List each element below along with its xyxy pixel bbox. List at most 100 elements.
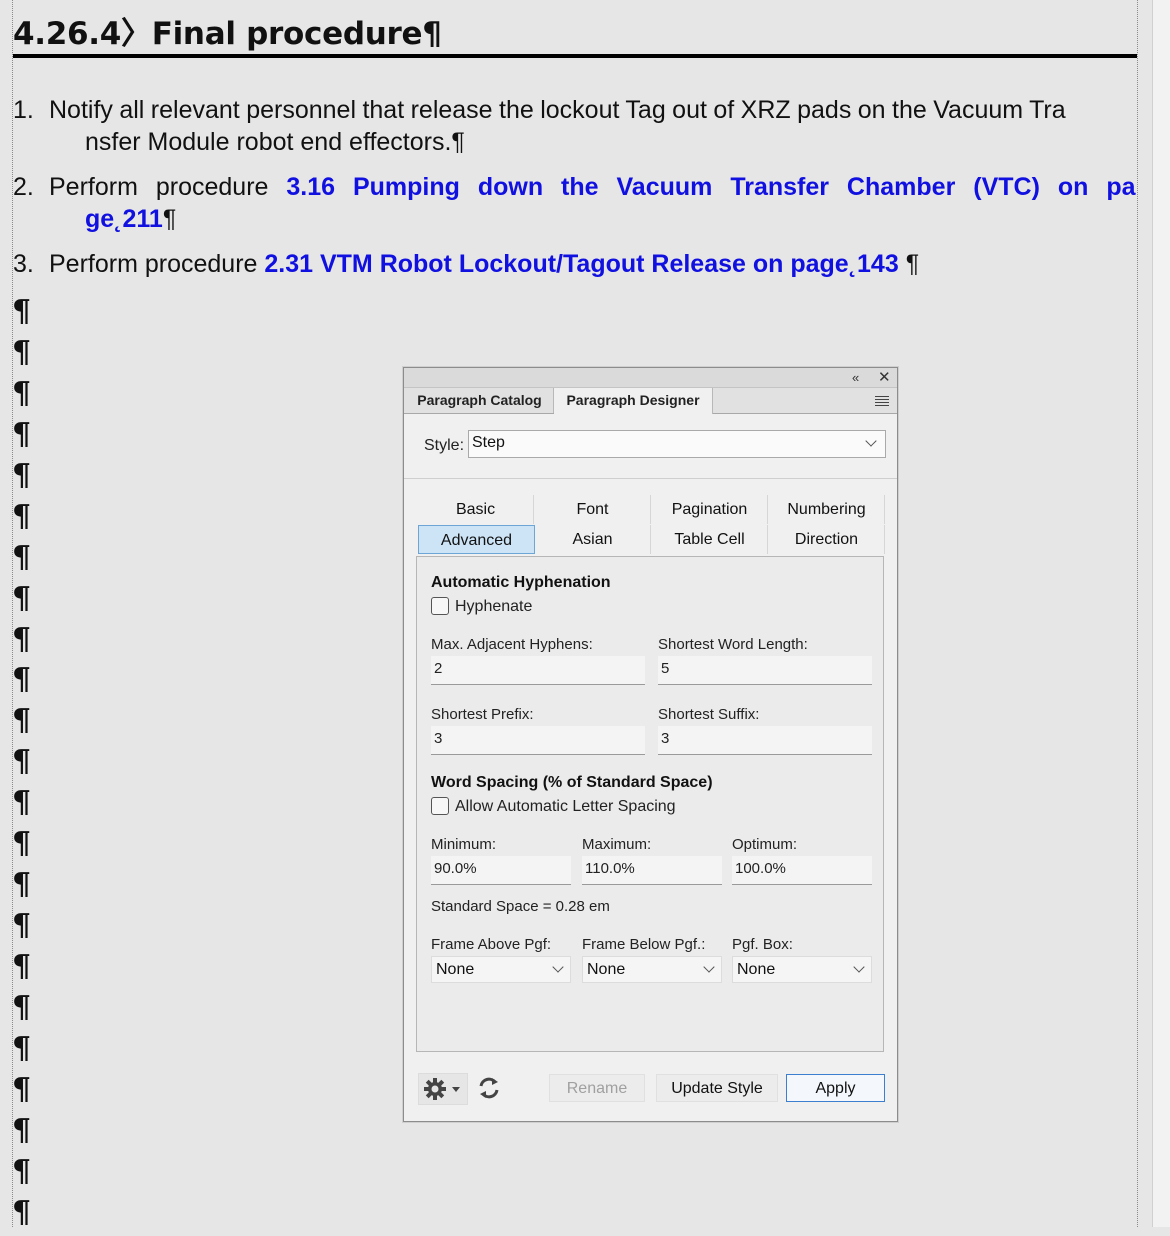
frame-below-value: None — [587, 961, 626, 978]
cross-reference-link[interactable]: 2.31 VTM Robot Lockout/Tagout Release on… — [264, 250, 898, 278]
empty-paragraph-mark: ¶ — [12, 580, 32, 616]
allow-letter-spacing-checkbox[interactable] — [431, 797, 449, 815]
chevron-down-icon — [865, 435, 877, 447]
empty-paragraph-mark: ¶ — [12, 294, 32, 329]
right-margin-guide — [1137, 0, 1138, 1227]
frame-above-label: Frame Above Pgf: — [431, 936, 552, 953]
optimum-field[interactable]: 100.0% — [732, 856, 872, 885]
max-adjacent-label: Max. Adjacent Hyphens: — [431, 636, 593, 653]
gear-icon — [424, 1078, 460, 1100]
style-label: Style: — [424, 437, 465, 454]
tab-advanced[interactable]: Advanced — [418, 525, 535, 554]
collapse-arrows-icon[interactable]: « — [852, 368, 859, 387]
maximum-value: 110.0% — [585, 860, 635, 877]
section-heading: 4.26.4〉Final procedure¶ — [13, 14, 1137, 58]
step-number: 3. — [13, 250, 34, 278]
hyphenation-heading: Automatic Hyphenation — [431, 574, 611, 591]
apply-button[interactable]: Apply — [786, 1074, 885, 1102]
tab-numbering[interactable]: Numbering — [769, 495, 885, 524]
update-style-button[interactable]: Update Style — [656, 1074, 778, 1102]
empty-paragraph-mark: ¶ — [12, 867, 32, 903]
empty-paragraph-mark: ¶ — [12, 703, 32, 739]
style-value: Step — [472, 434, 505, 451]
divider — [404, 478, 897, 479]
pgf-box-label: Pgf. Box: — [732, 936, 793, 953]
empty-paragraph-mark: ¶ — [12, 375, 32, 411]
empty-paragraph-mark: ¶ — [12, 1112, 32, 1148]
shortest-word-value: 5 — [661, 660, 670, 677]
maximum-label: Maximum: — [582, 836, 652, 853]
cross-reference-link-cont[interactable]: ge˛211 — [85, 205, 163, 233]
shortest-prefix-label: Shortest Prefix: — [431, 706, 534, 723]
paragraph-mark: ¶ — [898, 250, 920, 278]
standard-space-text: Standard Space = 0.28 em — [431, 898, 610, 915]
shortest-suffix-field[interactable]: 3 — [658, 726, 872, 755]
empty-paragraph-mark: ¶ — [12, 539, 32, 575]
frame-below-select[interactable]: None — [582, 956, 722, 983]
pgf-box-select[interactable]: None — [732, 956, 872, 983]
rename-button[interactable]: Rename — [549, 1074, 645, 1102]
empty-paragraphs: ¶ ¶ ¶ ¶ ¶ ¶ ¶ ¶ ¶ ¶ ¶ ¶ ¶ ¶ ¶ ¶ ¶ ¶ ¶ ¶ ¶ ¶ ¶ — [12, 294, 36, 1236]
cross-reference-link[interactable]: 3.16 Pumping down the Vacuum Transfer Ch… — [286, 173, 1135, 201]
style-select[interactable]: Step — [468, 430, 886, 458]
tab-basic[interactable]: Basic — [418, 495, 534, 524]
frame-above-select[interactable]: None — [431, 956, 571, 983]
empty-paragraph-mark: ¶ — [12, 498, 32, 534]
dialog-titlebar[interactable]: « ✕ — [404, 368, 897, 388]
empty-paragraph-mark: ¶ — [12, 826, 32, 862]
minimum-value: 90.0% — [434, 860, 477, 877]
empty-paragraph-mark: ¶ — [12, 1071, 32, 1107]
optimum-label: Optimum: — [732, 836, 798, 853]
tab-asian[interactable]: Asian — [535, 525, 651, 554]
step-1[interactable]: 1. Notify all relevant personnel that re… — [13, 94, 1137, 160]
minimum-field[interactable]: 90.0% — [431, 856, 571, 885]
hyphenate-label: Hyphenate — [455, 598, 533, 615]
paragraph-designer-dialog: « ✕ Paragraph Catalog Paragraph Designer… — [403, 367, 898, 1122]
tab-table-cell[interactable]: Table Cell — [652, 525, 768, 554]
tab-pagination[interactable]: Pagination — [652, 495, 768, 524]
refresh-button[interactable] — [476, 1073, 502, 1103]
right-window-edge — [1152, 0, 1170, 1227]
minimum-label: Minimum: — [431, 836, 497, 853]
empty-paragraph-mark: ¶ — [12, 989, 32, 1025]
empty-paragraph-mark: ¶ — [12, 1030, 32, 1066]
max-adjacent-field[interactable]: 2 — [431, 656, 645, 685]
empty-paragraph-mark: ¶ — [12, 1153, 32, 1189]
empty-paragraph-mark: ¶ — [12, 334, 32, 370]
empty-paragraph-mark: ¶ — [12, 662, 32, 698]
maximum-field[interactable]: 110.0% — [582, 856, 722, 885]
step-3[interactable]: 3. Perform procedure 2.31 VTM Robot Lock… — [13, 248, 1137, 282]
shortest-word-field[interactable]: 5 — [658, 656, 872, 685]
allow-letter-spacing-label: Allow Automatic Letter Spacing — [455, 798, 676, 815]
empty-paragraph-mark: ¶ — [12, 621, 32, 657]
chevron-down-icon — [853, 961, 865, 973]
empty-paragraph-mark: ¶ — [12, 908, 32, 944]
pgf-box-value: None — [737, 961, 776, 978]
tab-font[interactable]: Font — [535, 495, 651, 524]
panel-menu-icon[interactable] — [875, 396, 889, 408]
tab-paragraph-designer[interactable]: Paragraph Designer — [554, 388, 713, 414]
step-number: 1. — [13, 96, 34, 124]
shortest-prefix-value: 3 — [434, 730, 443, 747]
empty-paragraph-mark: ¶ — [12, 457, 32, 493]
tab-direction[interactable]: Direction — [769, 525, 885, 554]
frame-above-value: None — [436, 961, 475, 978]
step-2[interactable]: 2. Perform procedure 3.16 Pumping down t… — [13, 171, 1137, 237]
step-text-line1: Notify all relevant personnel that relea… — [49, 96, 1066, 124]
shortest-prefix-field[interactable]: 3 — [431, 726, 645, 755]
chevron-down-icon — [703, 961, 715, 973]
step-text: Perform procedure — [49, 173, 287, 201]
empty-paragraph-mark: ¶ — [12, 785, 32, 821]
paragraph-mark: ¶ — [162, 205, 177, 233]
panel-tabstrip: Paragraph Catalog Paragraph Designer — [404, 388, 897, 414]
frame-below-label: Frame Below Pgf.: — [582, 936, 706, 953]
hyphenate-checkbox[interactable] — [431, 597, 449, 615]
heading-text: 4.26.4〉Final procedure¶ — [13, 16, 442, 52]
shortest-suffix-label: Shortest Suffix: — [658, 706, 760, 723]
settings-menu-button[interactable] — [418, 1073, 468, 1105]
shortest-word-label: Shortest Word Length: — [658, 636, 808, 653]
tab-paragraph-catalog[interactable]: Paragraph Catalog — [406, 388, 554, 413]
chevron-down-icon — [552, 961, 564, 973]
close-icon[interactable]: ✕ — [878, 368, 891, 387]
word-spacing-heading: Word Spacing (% of Standard Space) — [431, 774, 713, 791]
